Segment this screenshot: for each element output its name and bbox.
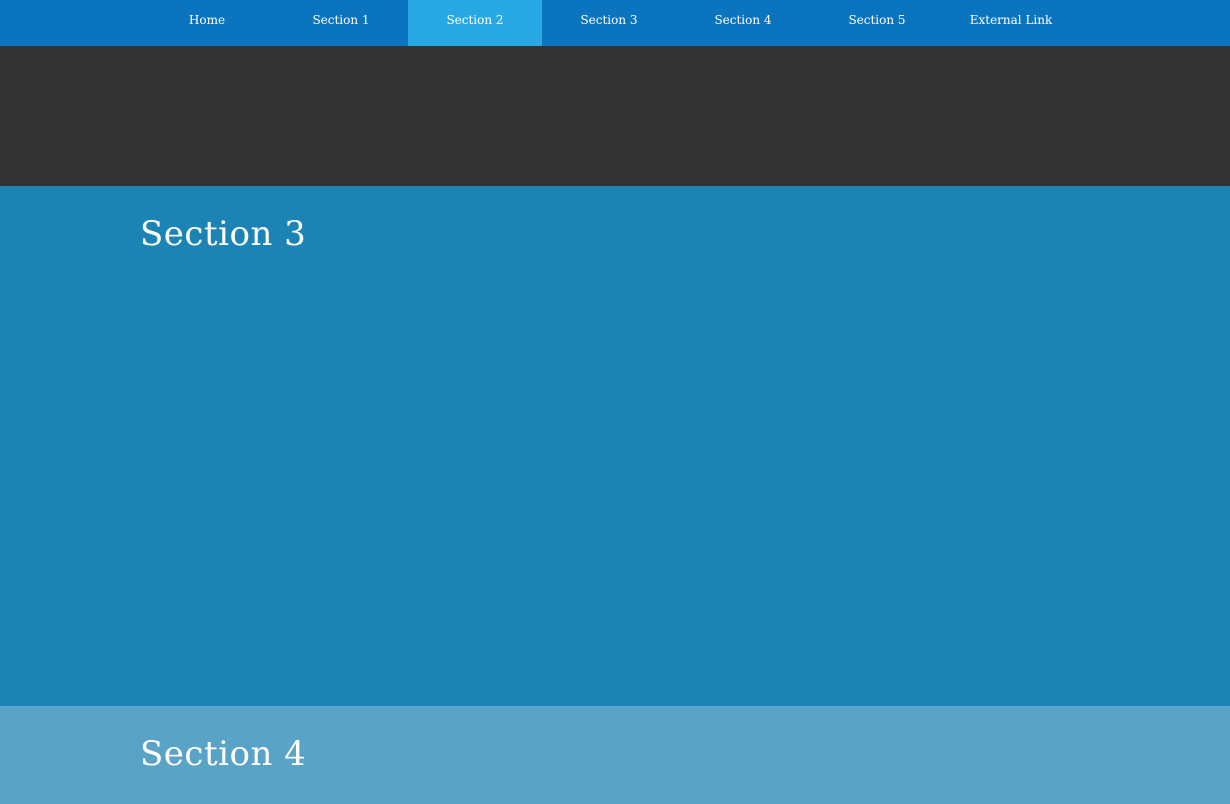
hero-banner <box>0 46 1230 186</box>
nav-item-section-2[interactable]: Section 2 <box>408 0 542 46</box>
nav-item-section-5[interactable]: Section 5 <box>810 0 944 46</box>
nav-item-section-4[interactable]: Section 4 <box>676 0 810 46</box>
top-navbar: Home Section 1 Section 2 Section 3 Secti… <box>0 0 1230 46</box>
section-4-title: Section 4 <box>140 734 307 774</box>
nav-list: Home Section 1 Section 2 Section 3 Secti… <box>140 0 1080 46</box>
section-4: Section 4 <box>0 706 1230 804</box>
nav-item-section-3[interactable]: Section 3 <box>542 0 676 46</box>
section-3: Section 3 <box>0 186 1230 706</box>
nav-item-external-link[interactable]: External Link <box>944 0 1078 46</box>
nav-item-section-1[interactable]: Section 1 <box>274 0 408 46</box>
section-3-title: Section 3 <box>140 214 307 254</box>
page: Home Section 1 Section 2 Section 3 Secti… <box>0 0 1230 804</box>
nav-item-home[interactable]: Home <box>140 0 274 46</box>
